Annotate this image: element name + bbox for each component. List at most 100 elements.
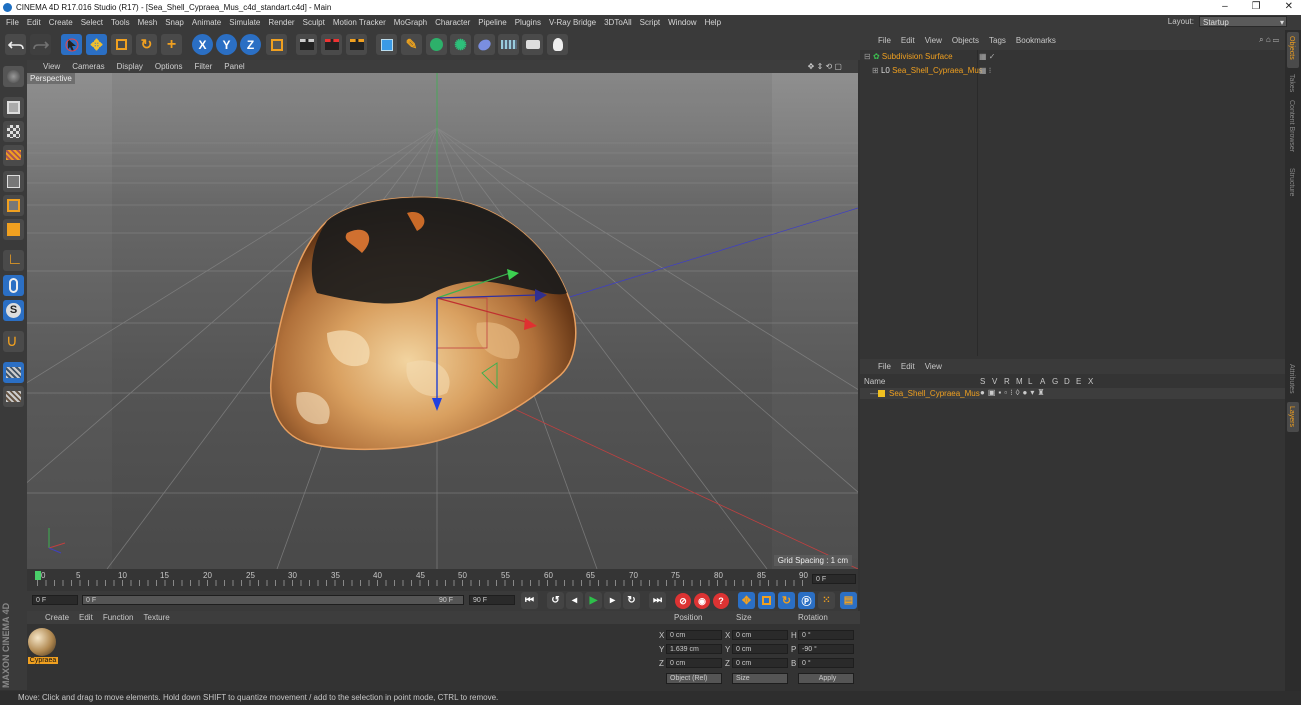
go-to-start-button[interactable]: ⏮ <box>521 592 538 609</box>
rotate-tool-button[interactable]: ↻ <box>136 34 157 55</box>
restore-button[interactable]: ❐ <box>1252 0 1261 14</box>
material-menu-create[interactable]: Create <box>45 613 69 622</box>
material-menu-function[interactable]: Function <box>103 613 134 622</box>
menu-edit[interactable]: Edit <box>27 18 41 27</box>
om-menu-bookmarks[interactable]: Bookmarks <box>1016 36 1056 45</box>
menu-3dtoall[interactable]: 3DToAll <box>604 18 632 27</box>
undo-button[interactable] <box>5 34 26 55</box>
lm-menu-view[interactable]: View <box>925 362 942 371</box>
menu-sculpt[interactable]: Sculpt <box>303 18 325 27</box>
size-x-field[interactable]: 0 cm <box>732 630 788 640</box>
viewport-menu-options[interactable]: Options <box>155 62 183 71</box>
menu-window[interactable]: Window <box>668 18 696 27</box>
prev-frame-button[interactable]: ◂ <box>566 592 583 609</box>
om-menu-objects[interactable]: Objects <box>952 36 979 45</box>
viewport-menu-display[interactable]: Display <box>117 62 143 71</box>
om-menu-edit[interactable]: Edit <box>901 36 915 45</box>
x-axis-lock-button[interactable]: X <box>192 34 213 55</box>
menu-simulate[interactable]: Simulate <box>229 18 260 27</box>
frame-range-slider[interactable]: 0 F 90 F <box>82 595 464 605</box>
texture-mode-button[interactable] <box>3 121 24 142</box>
material-menu-edit[interactable]: Edit <box>79 613 93 622</box>
material-swatch[interactable]: Cypraea <box>28 628 58 668</box>
menu-motion-tracker[interactable]: Motion Tracker <box>333 18 386 27</box>
menu-script[interactable]: Script <box>640 18 660 27</box>
add-light-button[interactable] <box>547 34 568 55</box>
render-picture-viewer-button[interactable] <box>321 34 342 55</box>
tweak-mode-button[interactable] <box>3 275 24 296</box>
add-generator-button[interactable] <box>426 34 447 55</box>
menu-vray-bridge[interactable]: V-Ray Bridge <box>549 18 596 27</box>
current-frame-field[interactable]: 0 F <box>812 574 856 584</box>
menu-mograph[interactable]: MoGraph <box>394 18 427 27</box>
keyframe-selection-button[interactable]: ? <box>713 593 729 609</box>
om-menu-tags[interactable]: Tags <box>989 36 1006 45</box>
close-button[interactable]: ✕ <box>1285 0 1293 14</box>
viewport-menu-cameras[interactable]: Cameras <box>72 62 104 71</box>
scale-tool-button[interactable] <box>111 34 132 55</box>
tab-content-browser[interactable]: Content Browser <box>1288 100 1295 152</box>
layout-dropdown[interactable]: Startup ▾ <box>1199 16 1287 27</box>
viewport-menu-filter[interactable]: Filter <box>194 62 212 71</box>
3d-viewport[interactable]: Perspective Grid Spacing : 1 cm <box>27 73 858 569</box>
y-axis-lock-button[interactable]: Y <box>216 34 237 55</box>
key-pla-button[interactable]: ⁙ <box>818 592 835 609</box>
add-deformer-button[interactable] <box>474 34 495 55</box>
object-row-subdivision[interactable]: ⊟ ✿ Subdivision Surface ▦ ✓ <box>864 52 1164 63</box>
rotation-h-field[interactable]: 0 ° <box>798 630 854 640</box>
redo-button[interactable] <box>30 34 51 55</box>
move-tool-button[interactable]: ✥ <box>86 34 107 55</box>
object-visibility-icon[interactable]: ▦ ✓ <box>979 52 995 61</box>
viewport-menu-view[interactable]: View <box>43 62 60 71</box>
play-button[interactable]: ▶ <box>585 592 602 609</box>
key-position-button[interactable]: ✥ <box>738 592 755 609</box>
object-row-sea-shell[interactable]: ⊞ L0 Sea_Shell_Cypraea_Mus ▦ ⁝ <box>872 66 1172 77</box>
coordinate-mode-dropdown[interactable]: Object (Rel) <box>666 673 722 684</box>
edges-mode-button[interactable] <box>3 195 24 216</box>
minimize-button[interactable]: – <box>1222 0 1228 14</box>
object-tag-icon[interactable]: ▦ ⁝ <box>979 66 991 75</box>
lm-menu-file[interactable]: File <box>878 362 891 371</box>
workplane-mode-button[interactable] <box>3 145 24 166</box>
timeline-ruler[interactable]: 0 5 10 15 20 25 30 35 40 45 50 55 60 65 … <box>27 569 858 591</box>
tab-takes[interactable]: Takes <box>1288 74 1295 92</box>
apply-button[interactable]: Apply <box>798 673 854 684</box>
timeline-window-button[interactable]: ▤ <box>840 592 857 609</box>
menu-snap[interactable]: Snap <box>165 18 184 27</box>
points-mode-button[interactable] <box>3 171 24 192</box>
tab-structure[interactable]: Structure <box>1288 168 1295 196</box>
magnet-button[interactable]: ∪ <box>3 331 24 352</box>
position-x-field[interactable]: 0 cm <box>666 630 722 640</box>
layer-row[interactable]: — Sea_Shell_Cypraea_Mus ●▣▪▫⁝◊●▾♜ <box>860 388 1285 399</box>
menu-mesh[interactable]: Mesh <box>138 18 158 27</box>
polygons-mode-button[interactable] <box>3 219 24 240</box>
position-z-field[interactable]: 0 cm <box>666 658 722 668</box>
om-menu-view[interactable]: View <box>925 36 942 45</box>
om-menu-file[interactable]: File <box>878 36 891 45</box>
key-scale-button[interactable] <box>758 592 775 609</box>
menu-create[interactable]: Create <box>49 18 73 27</box>
lm-menu-edit[interactable]: Edit <box>901 362 915 371</box>
tab-layers[interactable]: Layers <box>1288 406 1295 427</box>
tab-objects[interactable]: Objects <box>1288 36 1295 60</box>
material-menu-texture[interactable]: Texture <box>144 613 170 622</box>
key-parameter-button[interactable]: Ⓟ <box>798 592 815 609</box>
size-z-field[interactable]: 0 cm <box>732 658 788 668</box>
menu-file[interactable]: File <box>6 18 19 27</box>
add-cube-button[interactable] <box>376 34 397 55</box>
rotation-b-field[interactable]: 0 ° <box>798 658 854 668</box>
position-y-field[interactable]: 1.639 cm <box>666 644 722 654</box>
layer-flags-icons[interactable]: ●▣▪▫⁝◊●▾♜ <box>980 388 1048 397</box>
next-frame-button[interactable]: ▸ <box>604 592 621 609</box>
start-frame-field[interactable]: 0 F <box>32 595 78 605</box>
make-editable-button[interactable] <box>3 66 24 87</box>
size-mode-dropdown[interactable]: Size <box>732 673 788 684</box>
tab-attributes[interactable]: Attributes <box>1288 364 1295 394</box>
add-camera-button[interactable] <box>522 34 543 55</box>
snapping-button[interactable]: S <box>3 300 24 321</box>
render-view-button[interactable] <box>296 34 317 55</box>
menu-tools[interactable]: Tools <box>111 18 130 27</box>
menu-character[interactable]: Character <box>435 18 470 27</box>
workplane-lock-button[interactable] <box>3 362 24 383</box>
render-settings-button[interactable] <box>346 34 367 55</box>
